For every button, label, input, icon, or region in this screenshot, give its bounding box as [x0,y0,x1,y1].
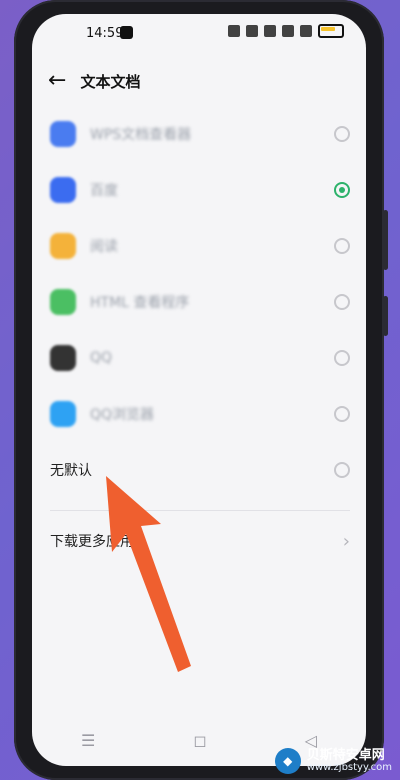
app-option[interactable]: WPS文档查看器 [50,106,350,162]
battery-icon [318,24,344,38]
watermark-url: www.zjbstyy.com [306,761,392,773]
header: ← 文本文档 [48,70,140,92]
home-icon[interactable]: ◻ [193,731,206,750]
menu-icon[interactable]: ☰ [81,731,95,750]
wifi-icon [264,25,276,37]
back-arrow-icon[interactable]: ← [48,70,66,92]
qq-icon [50,345,76,371]
mute-icon [228,25,240,37]
app-name: 阅读 [90,239,118,255]
watermark-logo-icon: ◆ [274,748,301,774]
android-icon [50,289,76,315]
radio-button[interactable] [334,126,350,142]
chevron-right-icon: › [342,530,350,552]
screen: 14:59 ← 文本文档 WPS文档查看器 百度阅读 HTML 查看程序 QQ QQ浏览… [32,14,366,766]
page-title: 文本文档 [80,72,141,91]
status-bar: 14:59 [32,14,366,54]
radio-button[interactable] [334,462,350,478]
wps-doc-icon [50,121,76,147]
hd-icon [282,25,294,37]
app-name: WPS文档查看器 [90,127,192,143]
app-option[interactable]: 百度 [50,162,350,218]
signal-icon [300,25,312,37]
app-option[interactable]: HTML 查看程序 [50,274,350,330]
app-option[interactable]: QQ浏览器 [50,386,350,442]
app-name: QQ [90,350,113,366]
radio-button[interactable] [334,182,350,198]
radio-button[interactable] [334,406,350,422]
pointer-arrow-icon [106,476,191,672]
status-time: 14:59 [86,26,124,41]
app-option[interactable]: 阅读 [50,218,350,274]
radio-button[interactable] [334,238,350,254]
app-name: HTML 查看程序 [90,295,190,311]
app-name: QQ浏览器 [90,407,155,423]
watermark: ◆ 贝斯特安卓网 www.zjbstyy.com [274,747,392,774]
app-name: 百度 [90,183,118,199]
watermark-title: 贝斯特安卓网 [306,747,385,763]
tiktok-icon [120,26,133,39]
baidu-icon [50,177,76,203]
power-button [383,296,388,336]
reader-icon [50,233,76,259]
app-option[interactable]: QQ [50,330,350,386]
qq-browser-icon [50,401,76,427]
radio-button[interactable] [334,350,350,366]
bluetooth-icon [246,25,258,37]
status-icons [228,24,344,38]
radio-button[interactable] [334,294,350,310]
volume-button [383,210,388,270]
